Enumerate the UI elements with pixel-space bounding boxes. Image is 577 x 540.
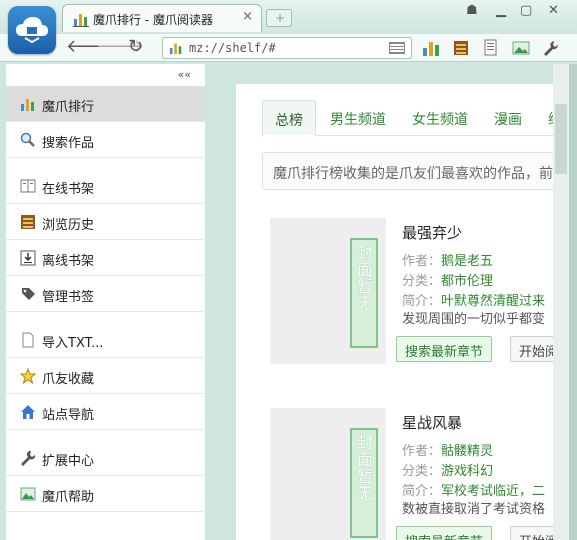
tab-overall[interactable]: 总榜 — [262, 100, 316, 136]
tab-female[interactable]: 女生频道 — [412, 100, 468, 136]
collapse-sidebar-icon[interactable]: «« — [178, 68, 191, 81]
minimize-icon[interactable]: ▁ — [496, 3, 506, 18]
ranking-bar-icon — [21, 99, 34, 111]
book-category: 分类：都市伦理 — [402, 274, 494, 289]
book-category: 分类：游戏科幻 — [402, 464, 494, 479]
pin-icon[interactable]: ☗ — [466, 3, 478, 18]
title-bar: 魔爪排行 - 魔爪阅读器 × + ☗ ▁ ▢ ✕ — [0, 0, 577, 54]
book-title[interactable]: 星战风暴 — [402, 412, 462, 433]
search-latest-chapter-button[interactable]: 搜索最新章节 — [396, 336, 493, 362]
ranking-bar-icon — [169, 43, 182, 55]
help-image-icon — [20, 487, 36, 501]
sidebar-item-label: 管理书签 — [42, 290, 95, 305]
book-description: 发现周围的一切似乎都变 — [402, 312, 546, 327]
sidebar-item-help[interactable]: 魔爪帮助 — [6, 476, 206, 512]
book-description: 数被直接取消了考试资格 — [402, 502, 546, 517]
bookmark-tag-icon — [22, 288, 35, 300]
category-tabs: 总榜 男生频道 女生频道 漫画 综 — [262, 100, 553, 136]
book-title[interactable]: 最强弃少 — [402, 222, 462, 243]
download-icon — [20, 250, 36, 266]
sidebar-item-site-nav[interactable]: 站点导航 — [6, 394, 206, 430]
sidebar-item-online-shelf[interactable]: 在线书架 — [6, 168, 206, 204]
notice-text: 魔爪排行榜收集的是爪友们最喜欢的作品，前页 — [273, 166, 553, 182]
sidebar-item-label: 站点导航 — [42, 408, 95, 423]
sidebar-item-label: 爪友收藏 — [42, 372, 95, 387]
refresh-icon[interactable]: ↻ — [128, 36, 143, 57]
sidebar-item-extensions[interactable]: 扩展中心 — [6, 440, 206, 476]
sidebar: «« 魔爪排行 搜索作品 在线书架 浏览历史 离线书架 管理书签 导入TXT..… — [6, 64, 206, 540]
sidebar-item-history[interactable]: 浏览历史 — [6, 204, 206, 240]
book-item: 封面暂无 星战风暴 作者：骷髅精灵 分类：游戏科幻 简介：军校考试临近，二 数被… — [270, 408, 553, 540]
cover-placeholder: 封面暂无 — [350, 428, 378, 538]
url-text: mz://shelf/# — [189, 41, 276, 55]
sidebar-item-label: 在线书架 — [42, 182, 95, 197]
book-intro: 简介：军校考试临近，二 — [402, 484, 546, 499]
sidebar-item-ranking[interactable]: 魔爪排行 — [6, 86, 206, 122]
history-icon[interactable] — [452, 39, 470, 57]
sidebar-item-favorites[interactable]: 爪友收藏 — [6, 358, 206, 394]
reader-mode-icon[interactable] — [389, 42, 405, 54]
scrollbar-thumb[interactable] — [555, 104, 567, 174]
sidebar-item-label: 离线书架 — [42, 254, 95, 269]
book-cover[interactable]: 封面暂无 — [270, 408, 386, 540]
window-right-edge — [569, 64, 577, 540]
address-bar[interactable]: mz://shelf/# — [162, 37, 412, 59]
book-intro: 简介：叶默尊然清醒过来 — [402, 294, 546, 309]
sidebar-item-search[interactable]: 搜索作品 — [6, 122, 206, 158]
ranking-panel: 总榜 男生频道 女生频道 漫画 综 魔爪排行榜收集的是爪友们最喜欢的作品，前页 … — [236, 84, 553, 540]
maximize-icon[interactable]: ▢ — [520, 3, 532, 18]
star-icon — [20, 368, 36, 384]
history-icon — [21, 215, 35, 229]
sidebar-item-label: 浏览历史 — [42, 218, 95, 233]
bookshelf-icon — [20, 179, 36, 193]
image-icon[interactable] — [512, 39, 530, 57]
start-reading-button[interactable]: 开始阅 — [510, 336, 553, 362]
sidebar-item-label: 导入TXT... — [42, 336, 104, 351]
sidebar-item-bookmarks[interactable]: 管理书签 — [6, 276, 206, 312]
search-icon — [20, 132, 35, 147]
sidebar-item-import-txt[interactable]: 导入TXT... — [6, 322, 206, 358]
book-item: 封面暂无 最强弃少 作者：鹅是老五 分类：都市伦理 简介：叶默尊然清醒过来 发现… — [270, 218, 553, 368]
vertical-scrollbar[interactable] — [553, 64, 569, 540]
wrench-icon — [21, 450, 36, 466]
sidebar-item-label: 搜索作品 — [42, 136, 95, 151]
book-author: 作者：鹅是老五 — [402, 254, 494, 269]
ranking-bar-icon[interactable] — [422, 39, 440, 57]
start-reading-button[interactable]: 开始阅 — [510, 526, 553, 540]
home-icon — [21, 405, 35, 419]
tab-comics[interactable]: 漫画 — [494, 100, 522, 136]
close-window-icon[interactable]: ✕ — [548, 3, 559, 18]
book-cover[interactable]: 封面暂无 — [270, 218, 386, 364]
cover-placeholder: 封面暂无 — [350, 238, 378, 348]
app-logo[interactable] — [8, 6, 56, 54]
toolbar: 🡐 🡒 ↻ mz://shelf/# — [0, 34, 577, 62]
new-tab-button[interactable]: + — [266, 9, 292, 27]
plus-icon: + — [275, 11, 286, 25]
sidebar-item-label: 魔爪排行 — [42, 100, 95, 115]
sidebar-item-offline-shelf[interactable]: 离线书架 — [6, 240, 206, 276]
book-author: 作者：骷髅精灵 — [402, 444, 494, 459]
document-icon — [22, 332, 34, 348]
sidebar-item-label: 魔爪帮助 — [42, 490, 95, 505]
sidebar-item-label: 扩展中心 — [42, 454, 95, 469]
tab-title: 魔爪排行 - 魔爪阅读器 — [93, 13, 213, 27]
ranking-bar-icon — [73, 14, 89, 27]
document-icon[interactable] — [482, 39, 500, 57]
close-tab-icon[interactable]: × — [242, 9, 253, 24]
ranking-notice: 魔爪排行榜收集的是爪友们最喜欢的作品，前页 — [262, 152, 553, 190]
tab-male[interactable]: 男生频道 — [330, 100, 386, 136]
wrench-icon[interactable] — [542, 39, 560, 57]
browser-tab[interactable]: 魔爪排行 - 魔爪阅读器 × — [62, 4, 262, 32]
search-latest-chapter-button[interactable]: 搜索最新章节 — [396, 526, 493, 540]
